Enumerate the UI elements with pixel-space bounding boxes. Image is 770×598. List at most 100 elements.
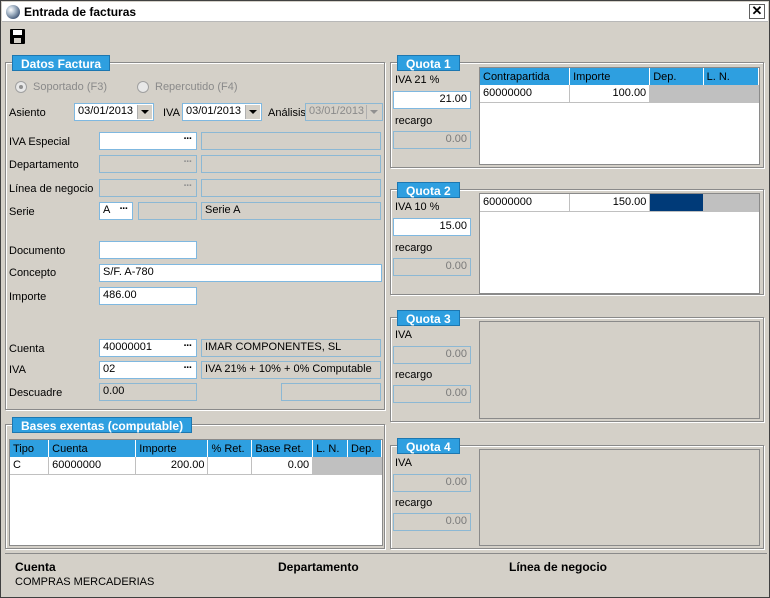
ellipsis-icon[interactable]: ··· [180,181,195,195]
quota-4-group: Quota 4 IVA 0.00 recargo 0.00 [390,438,764,549]
window-title: Entrada de facturas [24,5,137,19]
column-header[interactable]: Dep. [649,68,704,85]
quota-1-header-row: Contrapartida Importe Dep. L. N. [480,68,759,85]
column-header[interactable]: Base Ret. [251,440,314,457]
status-cuenta-value: COMPRAS MERCADERIAS [15,576,155,588]
asiento-date-combo[interactable]: 03/01/2013 [74,103,154,121]
invoice-entry-window: Entrada de facturas ✕ Datos Factura Sopo… [0,0,770,598]
concepto-label: Concepto [9,267,57,279]
quota-1-iva-label: IVA 21 % [395,74,440,86]
serie-code-value: A [103,204,111,216]
app-globe-icon [6,5,20,19]
ln-cell[interactable] [703,85,759,103]
quota-2-legend: Quota 2 [397,182,460,198]
dep-cell[interactable] [649,85,704,103]
analisis-date-combo[interactable]: 03/01/2013 [305,103,383,121]
table-row[interactable]: 60000000 100.00 [480,85,759,103]
ellipsis-icon[interactable]: ··· [116,204,131,218]
ellipsis-icon[interactable]: ··· [180,157,195,171]
save-floppy-icon[interactable] [10,29,25,44]
bases-exentas-group: Bases exentas (computable) Tipo Cuenta I… [5,417,385,549]
column-header[interactable]: L. N. [312,440,349,457]
importe-cell[interactable]: 200.00 [135,457,209,475]
departamento-label: Departamento [9,159,79,171]
repercutido-radio[interactable] [137,81,149,93]
chevron-down-icon[interactable] [137,105,152,119]
cuenta-cell[interactable]: 60000000 [48,457,137,475]
documento-label: Documento [9,245,66,257]
dep-cell-selected[interactable] [649,194,704,212]
column-header[interactable]: Dep. [347,440,382,457]
iva-date-combo[interactable]: 03/01/2013 [182,103,262,121]
concepto-input[interactable]: S/F. A-780 [99,264,382,282]
quota-2-group: Quota 2 IVA 10 % 15.00 recargo 0.00 6000… [390,182,764,295]
tipo-cell[interactable]: C [10,457,50,475]
column-header[interactable]: Contrapartida [480,68,571,85]
column-header[interactable]: Tipo [10,440,50,457]
cuenta-input[interactable]: 40000001 ··· [99,339,197,357]
ellipsis-icon[interactable]: ··· [180,363,195,377]
analisis-label: Análisis [268,107,306,119]
iva-especial-input[interactable]: ··· [99,132,197,150]
documento-input[interactable] [99,241,197,259]
column-header[interactable]: Importe [135,440,209,457]
linea-negocio-label: Línea de negocio [9,183,94,195]
chevron-down-icon[interactable] [366,105,381,119]
quota-1-recargo-field: 0.00 [393,131,471,149]
quota-2-iva-input[interactable]: 15.00 [393,218,471,236]
quota-1-legend: Quota 1 [397,55,460,71]
ellipsis-icon[interactable]: ··· [180,341,195,355]
column-header[interactable]: Cuenta [48,440,137,457]
quota-3-grid[interactable] [479,321,760,419]
quota-4-iva-label: IVA [395,457,412,469]
dep-cell[interactable] [347,457,382,475]
base-ret-cell[interactable]: 0.00 [251,457,314,475]
datos-factura-legend: Datos Factura [12,55,111,71]
departamento-input[interactable]: ··· [99,155,197,173]
iva-date-value: 03/01/2013 [186,105,242,117]
bases-exentas-grid[interactable]: Tipo Cuenta Importe % Ret. Base Ret. L. … [9,439,383,546]
quota-1-group: Quota 1 IVA 21 % 21.00 recargo 0.00 Cont… [390,55,764,168]
quota-2-iva-label: IVA 10 % [395,201,440,213]
quota-1-iva-input[interactable]: 21.00 [393,91,471,109]
importe-cell[interactable]: 100.00 [569,85,651,103]
quota-2-recargo-field: 0.00 [393,258,471,276]
importe-cell[interactable]: 150.00 [569,194,651,212]
column-header[interactable]: % Ret. [207,440,253,457]
column-header[interactable]: L. N. [703,68,759,85]
column-header[interactable]: Importe [569,68,651,85]
contrapartida-cell[interactable]: 60000000 [480,194,570,212]
bases-header-row: Tipo Cuenta Importe % Ret. Base Ret. L. … [10,440,382,457]
iva-code-input[interactable]: 02 ··· [99,361,197,379]
contrapartida-cell[interactable]: 60000000 [480,85,571,103]
toolbar [2,23,768,49]
quota-4-legend: Quota 4 [397,438,460,454]
ln-cell[interactable] [703,194,759,212]
cuenta-label: Cuenta [9,343,45,355]
table-row[interactable]: C 60000000 200.00 0.00 [10,457,382,475]
quota-1-grid[interactable]: Contrapartida Importe Dep. L. N. 6000000… [479,67,760,165]
chevron-down-icon[interactable] [245,105,260,119]
ln-cell[interactable] [312,457,349,475]
status-linea-header: Línea de negocio [509,560,608,574]
quota-3-iva-field: 0.00 [393,346,471,364]
quota-4-grid[interactable] [479,449,760,546]
departamento-desc [201,155,381,173]
close-button[interactable]: ✕ [749,4,765,19]
quota-4-iva-field: 0.00 [393,474,471,492]
table-row[interactable]: 60000000 150.00 [480,194,759,212]
ellipsis-icon[interactable]: ··· [180,134,195,148]
importe-input[interactable]: 486.00 [99,287,197,305]
serie-blank-field [138,202,197,220]
descuadre-extra-field [281,383,381,401]
soportado-radio[interactable] [15,81,27,93]
linea-negocio-desc [201,179,381,197]
importe-label: Importe [9,291,47,303]
ret-cell[interactable] [207,457,253,475]
title-bar[interactable]: Entrada de facturas ✕ [2,2,768,22]
serie-label: Serie [9,206,35,218]
linea-negocio-input[interactable]: ··· [99,179,197,197]
repercutido-label: Repercutido (F4) [155,81,238,93]
quota-2-grid[interactable]: 60000000 150.00 [479,193,760,294]
serie-code-input[interactable]: A ··· [99,202,133,220]
